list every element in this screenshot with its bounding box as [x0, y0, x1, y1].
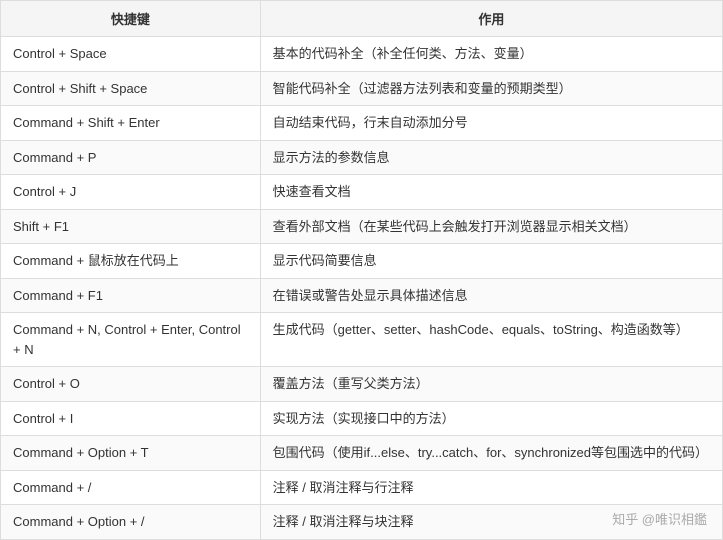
description-cell: 注释 / 取消注释与行注释 — [260, 470, 722, 505]
shortcut-cell: Command + Option + T — [1, 436, 261, 471]
shortcut-cell: Control + Space — [1, 37, 261, 72]
table-row: Shift + F1查看外部文档（在某些代码上会触发打开浏览器显示相关文档） — [1, 209, 723, 244]
description-cell: 覆盖方法（重写父类方法） — [260, 367, 722, 402]
table-row: Command + Shift + Enter自动结束代码，行末自动添加分号 — [1, 106, 723, 141]
shortcut-cell: Command + N, Control + Enter, Control + … — [1, 313, 261, 367]
col-header-description: 作用 — [260, 1, 722, 37]
description-cell: 生成代码（getter、setter、hashCode、equals、toStr… — [260, 313, 722, 367]
description-cell: 实现方法（实现接口中的方法） — [260, 401, 722, 436]
table-row: Control + Space基本的代码补全（补全任何类、方法、变量） — [1, 37, 723, 72]
shortcut-cell: Command + F1 — [1, 278, 261, 313]
table-row: Control + J快速查看文档 — [1, 175, 723, 210]
shortcut-cell: Command + Option + / — [1, 505, 261, 540]
description-cell: 在错误或警告处显示具体描述信息 — [260, 278, 722, 313]
description-cell: 显示代码简要信息 — [260, 244, 722, 279]
shortcut-cell: Control + J — [1, 175, 261, 210]
table-row: Command + Option + T包围代码（使用if...else、try… — [1, 436, 723, 471]
shortcut-cell: Command + Shift + Enter — [1, 106, 261, 141]
table-row: Control + I实现方法（实现接口中的方法） — [1, 401, 723, 436]
shortcut-cell: Control + I — [1, 401, 261, 436]
description-cell: 智能代码补全（过滤器方法列表和变量的预期类型） — [260, 71, 722, 106]
watermark: 知乎 @唯识相鑑 — [612, 509, 707, 528]
shortcut-cell: Control + Shift + Space — [1, 71, 261, 106]
table-row: Command + N, Control + Enter, Control + … — [1, 313, 723, 367]
description-cell: 自动结束代码，行末自动添加分号 — [260, 106, 722, 141]
table-row: Command + 鼠标放在代码上显示代码简要信息 — [1, 244, 723, 279]
description-cell: 快速查看文档 — [260, 175, 722, 210]
shortcut-cell: Command + P — [1, 140, 261, 175]
shortcut-cell: Command + / — [1, 470, 261, 505]
description-cell: 基本的代码补全（补全任何类、方法、变量） — [260, 37, 722, 72]
shortcuts-table: 快捷键 作用 Control + Space基本的代码补全（补全任何类、方法、变… — [0, 0, 723, 540]
table-row: Command + /注释 / 取消注释与行注释 — [1, 470, 723, 505]
description-cell: 查看外部文档（在某些代码上会触发打开浏览器显示相关文档） — [260, 209, 722, 244]
shortcut-cell: Shift + F1 — [1, 209, 261, 244]
table-row: Command + F1在错误或警告处显示具体描述信息 — [1, 278, 723, 313]
col-header-shortcut: 快捷键 — [1, 1, 261, 37]
table-row: Control + Shift + Space智能代码补全（过滤器方法列表和变量… — [1, 71, 723, 106]
shortcut-cell: Control + O — [1, 367, 261, 402]
shortcut-cell: Command + 鼠标放在代码上 — [1, 244, 261, 279]
table-row: Control + O覆盖方法（重写父类方法） — [1, 367, 723, 402]
main-container: 快捷键 作用 Control + Space基本的代码补全（补全任何类、方法、变… — [0, 0, 723, 540]
table-row: Command + P显示方法的参数信息 — [1, 140, 723, 175]
description-cell: 包围代码（使用if...else、try...catch、for、synchro… — [260, 436, 722, 471]
description-cell: 显示方法的参数信息 — [260, 140, 722, 175]
